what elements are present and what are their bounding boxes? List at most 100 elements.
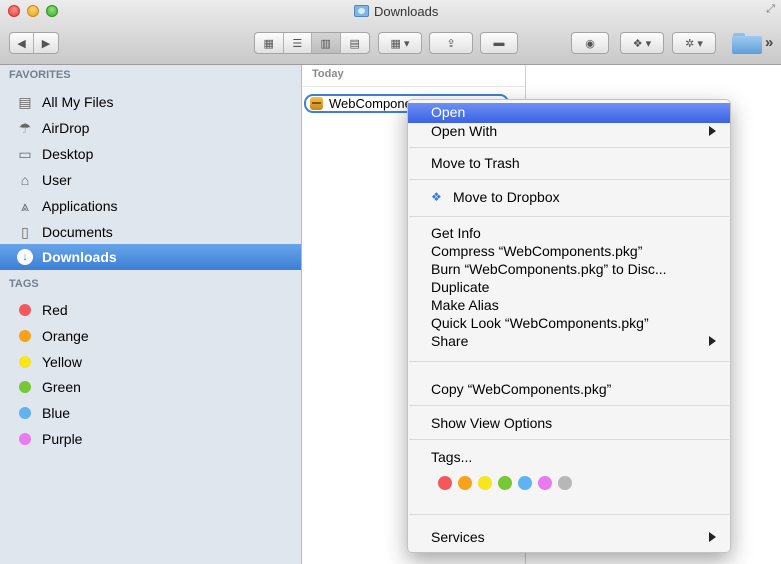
menu-item-label: Move to Dropbox	[453, 189, 560, 205]
quick-look-button[interactable]: ◉	[571, 32, 609, 54]
menu-item-show-view-options[interactable]: Show View Options	[408, 414, 730, 434]
menu-item-make-alias[interactable]: Make Alias	[408, 296, 730, 316]
menu-item-label: Compress “WebComponents.pkg”	[431, 243, 643, 259]
menu-item-move-to-dropbox[interactable]: ❖ Move to Dropbox	[408, 188, 730, 208]
tag-gray-swatch[interactable]	[558, 476, 572, 490]
sidebar-item-desktop[interactable]: ▭ Desktop	[0, 141, 301, 167]
sidebar-item-label: Desktop	[42, 146, 94, 162]
menu-item-label: Tags...	[431, 449, 473, 465]
minimize-window-button[interactable]	[27, 5, 39, 17]
home-icon: ⌂	[20, 172, 30, 188]
sidebar-tag-label: Red	[42, 302, 68, 318]
tag-color-dot	[19, 330, 31, 342]
airdrop-icon: ☂	[18, 119, 32, 136]
menu-item-label: Duplicate	[431, 279, 490, 295]
sidebar-item-label: AirDrop	[42, 120, 90, 136]
window-title-label: Downloads	[374, 3, 439, 19]
sidebar-tag-blue[interactable]: Blue	[0, 400, 301, 426]
menu-item-label: Move to Trash	[431, 155, 520, 171]
package-icon	[310, 97, 323, 110]
menu-item-label: Make Alias	[431, 297, 499, 313]
sidebar-item-label: Applications	[42, 198, 118, 214]
dropbox-icon: ❖ ▾	[632, 37, 652, 50]
back-button[interactable]: ◀	[10, 33, 34, 53]
menu-item-move-to-trash[interactable]: Move to Trash	[408, 154, 730, 174]
menu-item-copy[interactable]: Copy “WebComponents.pkg”	[408, 380, 730, 400]
tag-orange-swatch[interactable]	[458, 476, 472, 490]
sidebar-tag-orange[interactable]: Orange	[0, 323, 301, 349]
file-name: WebCompone	[329, 96, 412, 111]
all-my-files-icon: ▤	[18, 93, 32, 110]
sidebar-tag-yellow[interactable]: Yellow	[0, 349, 301, 375]
menu-item-services[interactable]: Services	[408, 528, 730, 548]
menu-item-duplicate[interactable]: Duplicate	[408, 278, 730, 298]
menu-item-label: Burn “WebComponents.pkg” to Disc...	[431, 261, 667, 277]
tag-yellow-swatch[interactable]	[478, 476, 492, 490]
eye-icon: ◉	[585, 37, 595, 50]
sidebar-tag-green[interactable]: Green	[0, 374, 301, 400]
tag-green-swatch[interactable]	[498, 476, 512, 490]
dropbox-button[interactable]: ❖ ▾	[620, 32, 664, 54]
menu-item-get-info[interactable]: Get Info	[408, 224, 730, 244]
menu-item-label: Get Info	[431, 225, 481, 241]
tag-purple-swatch[interactable]	[538, 476, 552, 490]
sidebar-item-documents[interactable]: ▯ Documents	[0, 219, 301, 245]
column-view-icon[interactable]: ▥	[312, 33, 341, 53]
sidebar-tag-purple[interactable]: Purple	[0, 426, 301, 452]
column-header: Today	[303, 65, 526, 87]
menu-separator	[409, 216, 729, 217]
menu-item-open-with[interactable]: Open With	[408, 122, 730, 142]
menu-separator	[409, 405, 729, 406]
view-mode-control: ▦ ☰ ▥ ▤	[254, 32, 370, 54]
tag-color-dot	[19, 304, 31, 316]
sidebar-item-all-my-files[interactable]: ▤ All My Files	[0, 89, 301, 115]
arrange-button[interactable]: ▦ ▾	[378, 32, 422, 54]
sidebar-tag-label: Purple	[42, 431, 83, 447]
menu-item-label: Copy “WebComponents.pkg”	[431, 381, 612, 397]
menu-item-label: Share	[431, 333, 469, 349]
action-button[interactable]: ✲ ▾	[672, 32, 716, 54]
tag-color-dot	[19, 356, 31, 368]
tag-icon: ▬	[493, 37, 505, 49]
sidebar-item-airdrop[interactable]: ☂ AirDrop	[0, 115, 301, 141]
arrange-icon: ▦ ▾	[390, 37, 410, 50]
share-icon: ⇪	[446, 37, 456, 50]
close-window-button[interactable]	[8, 5, 20, 17]
applications-icon: ⩓	[21, 197, 29, 214]
edit-tags-button[interactable]: ▬	[480, 32, 518, 54]
toolbar-overflow-icon[interactable]: »	[765, 34, 773, 51]
gear-icon: ✲ ▾	[685, 37, 703, 50]
sidebar-item-label: Downloads	[42, 249, 117, 265]
submenu-arrow-icon	[709, 126, 716, 136]
share-button[interactable]: ⇪	[429, 32, 473, 54]
menu-item-burn-to-disc[interactable]: Burn “WebComponents.pkg” to Disc...	[408, 260, 730, 280]
icon-view-icon[interactable]: ▦	[255, 33, 284, 53]
tag-color-dot	[19, 407, 31, 419]
menu-item-label: Show View Options	[431, 415, 553, 431]
cover-flow-view-icon[interactable]: ▤	[341, 33, 369, 53]
tag-blue-swatch[interactable]	[518, 476, 532, 490]
menu-item-tags[interactable]: Tags...	[408, 448, 730, 468]
menu-item-open[interactable]: Open	[408, 103, 730, 123]
tag-red-swatch[interactable]	[438, 476, 452, 490]
list-view-icon[interactable]: ☰	[284, 33, 312, 53]
sidebar-item-applications[interactable]: ⩓ Applications	[0, 193, 301, 219]
tag-color-dot	[19, 433, 31, 445]
sidebar-tag-label: Yellow	[42, 354, 82, 370]
toolbar-folder-icon[interactable]	[732, 32, 762, 54]
menu-item-quick-look[interactable]: Quick Look “WebComponents.pkg”	[408, 314, 730, 334]
menu-item-share[interactable]: Share	[408, 332, 730, 352]
forward-button[interactable]: ▶	[34, 33, 58, 53]
downloads-icon: ↓	[17, 249, 33, 265]
tags-heading: TAGS	[9, 278, 39, 290]
sidebar-tag-red[interactable]: Red	[0, 297, 301, 323]
finder-window: Downloads ⤢ ◀ ▶ ▦ ☰ ▥ ▤ ▦ ▾ ⇪ ▬ ◉ ❖ ▾ ✲ …	[0, 0, 781, 564]
sidebar-item-downloads[interactable]: ↓ Downloads	[0, 244, 301, 270]
zoom-window-button[interactable]	[46, 5, 58, 17]
sidebar-tag-label: Blue	[42, 405, 71, 421]
sidebar-item-label: All My Files	[42, 94, 114, 110]
fullscreen-icon[interactable]: ⤢	[766, 3, 775, 16]
submenu-arrow-icon	[709, 336, 716, 346]
menu-item-compress[interactable]: Compress “WebComponents.pkg”	[408, 242, 730, 262]
sidebar-item-user[interactable]: ⌂ User	[0, 167, 301, 193]
